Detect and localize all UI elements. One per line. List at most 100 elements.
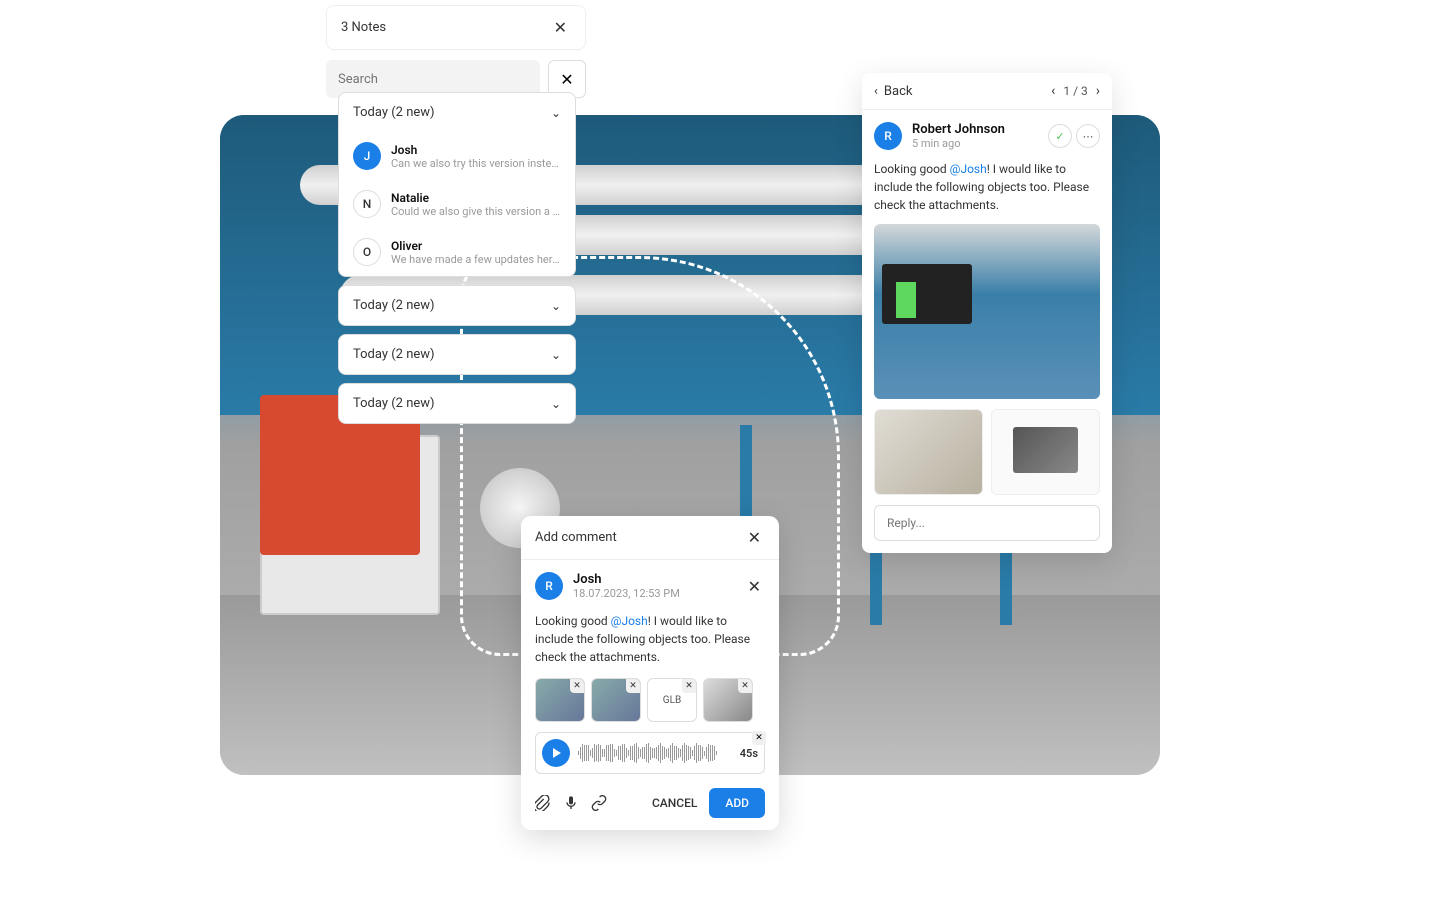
note-preview: Can we also try this version instead ... xyxy=(391,157,561,170)
note-author: Natalie xyxy=(391,191,561,205)
note-item[interactable]: N Natalie Could we also give this versio… xyxy=(339,180,575,228)
note-content: Natalie Could we also give this version … xyxy=(391,191,561,218)
chevron-down-icon: ⌄ xyxy=(551,348,561,362)
comment-title: Add comment xyxy=(535,530,617,545)
add-comment-panel: Add comment ✕ R Josh 18.07.2023, 12:53 P… xyxy=(521,516,779,830)
pagination: ‹ 1 / 3 › xyxy=(1051,83,1100,99)
notes-group: Today (2 new) ⌄ xyxy=(338,334,576,375)
page-indicator: 1 / 3 xyxy=(1063,84,1087,98)
attachment-thumbnail[interactable] xyxy=(874,409,983,495)
reply-input[interactable] xyxy=(874,505,1100,541)
attachment-image-large[interactable] xyxy=(874,224,1100,399)
author-timestamp: 5 min ago xyxy=(912,137,1038,150)
chevron-left-icon: ‹ xyxy=(874,84,878,99)
detail-text: Looking good @Josh! I would like to incl… xyxy=(874,160,1100,214)
comment-actions: CANCEL ADD xyxy=(535,788,765,818)
close-icon[interactable]: ✕ xyxy=(744,577,765,596)
author-name: Josh xyxy=(573,572,734,587)
audio-duration: 45s xyxy=(740,747,758,760)
notes-panel: 3 Notes ✕ ✕ xyxy=(326,5,586,98)
group-label: Today (2 new) xyxy=(353,396,435,411)
notes-group-header[interactable]: Today (2 new) ⌄ xyxy=(339,93,575,132)
note-author: Oliver xyxy=(391,239,561,253)
back-label: Back xyxy=(884,84,913,99)
notes-group: Today (2 new) ⌄ J Josh Can we also try t… xyxy=(338,92,576,277)
text-before: Looking good xyxy=(535,614,611,628)
note-content: Oliver We have made a few updates here .… xyxy=(391,239,561,266)
attachment-icon[interactable] xyxy=(535,795,551,811)
audio-attachment: 45s ✕ xyxy=(535,732,765,774)
attachment-glb[interactable]: GLB ✕ xyxy=(647,678,697,722)
group-label: Today (2 new) xyxy=(353,105,435,120)
remove-audio-icon[interactable]: ✕ xyxy=(752,731,766,745)
more-icon: ⋯ xyxy=(1083,130,1094,143)
avatar: N xyxy=(353,190,381,218)
notes-group: Today (2 new) ⌄ xyxy=(338,285,576,326)
check-icon: ✓ xyxy=(1055,130,1064,143)
note-item[interactable]: J Josh Can we also try this version inst… xyxy=(339,132,575,180)
notes-group-header[interactable]: Today (2 new) ⌄ xyxy=(339,286,575,325)
action-icons xyxy=(535,795,640,811)
notes-header: 3 Notes ✕ xyxy=(326,5,586,50)
author-row: R Josh 18.07.2023, 12:53 PM ✕ xyxy=(535,572,765,600)
remove-attachment-icon[interactable]: ✕ xyxy=(682,679,696,693)
status-actions: ✓ ⋯ xyxy=(1048,124,1100,148)
author-info: Josh 18.07.2023, 12:53 PM xyxy=(573,572,734,600)
attachment-thumbnail[interactable]: ✕ xyxy=(703,678,753,722)
notes-list: Today (2 new) ⌄ J Josh Can we also try t… xyxy=(338,92,576,432)
note-author: Josh xyxy=(391,143,561,157)
play-button[interactable] xyxy=(542,739,570,767)
more-button[interactable]: ⋯ xyxy=(1076,124,1100,148)
avatar: R xyxy=(535,572,563,600)
mention[interactable]: @Josh xyxy=(611,614,648,628)
author-info: Robert Johnson 5 min ago xyxy=(912,122,1038,150)
chevron-down-icon: ⌄ xyxy=(551,299,561,313)
attachment-thumbnail[interactable]: ✕ xyxy=(535,678,585,722)
audio-waveform[interactable] xyxy=(578,743,732,763)
resolve-button[interactable]: ✓ xyxy=(1048,124,1072,148)
page-prev-icon[interactable]: ‹ xyxy=(1051,83,1055,99)
cancel-button[interactable]: CANCEL xyxy=(652,796,697,810)
chevron-down-icon: ⌄ xyxy=(551,106,561,120)
close-icon[interactable]: ✕ xyxy=(550,18,571,37)
notes-group-header[interactable]: Today (2 new) ⌄ xyxy=(339,384,575,423)
notes-group-header[interactable]: Today (2 new) ⌄ xyxy=(339,335,575,374)
comment-text[interactable]: Looking good @Josh! I would like to incl… xyxy=(535,612,765,666)
text-before: Looking good xyxy=(874,162,950,176)
comment-header: Add comment ✕ xyxy=(521,516,779,560)
page-next-icon[interactable]: › xyxy=(1096,83,1100,99)
author-name: Robert Johnson xyxy=(912,122,1038,137)
link-icon[interactable] xyxy=(591,795,607,811)
remove-attachment-icon[interactable]: ✕ xyxy=(626,679,640,693)
note-preview: We have made a few updates here ... xyxy=(391,253,561,266)
add-button[interactable]: ADD xyxy=(709,788,765,818)
mention[interactable]: @Josh xyxy=(950,162,987,176)
note-content: Josh Can we also try this version instea… xyxy=(391,143,561,170)
notes-title: 3 Notes xyxy=(341,20,386,35)
remove-attachment-icon[interactable]: ✕ xyxy=(570,679,584,693)
comment-body: R Josh 18.07.2023, 12:53 PM ✕ Looking go… xyxy=(521,560,779,830)
group-label: Today (2 new) xyxy=(353,298,435,313)
attachment-thumbnail[interactable]: ✕ xyxy=(591,678,641,722)
back-button[interactable]: ‹ Back xyxy=(874,84,912,99)
glb-label: GLB xyxy=(663,695,681,706)
notes-group: Today (2 new) ⌄ xyxy=(338,383,576,424)
detail-header: ‹ Back ‹ 1 / 3 › xyxy=(862,73,1112,110)
author-timestamp: 18.07.2023, 12:53 PM xyxy=(573,587,734,600)
avatar: R xyxy=(874,122,902,150)
attachment-thumbnail[interactable] xyxy=(991,409,1100,495)
chevron-down-icon: ⌄ xyxy=(551,397,561,411)
note-preview: Could we also give this version a try ..… xyxy=(391,205,561,218)
close-icon[interactable]: ✕ xyxy=(744,528,765,547)
detail-body: R Robert Johnson 5 min ago ✓ ⋯ Looking g… xyxy=(862,110,1112,553)
microphone-icon[interactable] xyxy=(563,795,579,811)
play-icon xyxy=(553,748,561,758)
close-icon: ✕ xyxy=(560,70,573,89)
note-detail-panel: ‹ Back ‹ 1 / 3 › R Robert Johnson 5 min … xyxy=(862,73,1112,553)
remove-attachment-icon[interactable]: ✕ xyxy=(738,679,752,693)
group-label: Today (2 new) xyxy=(353,347,435,362)
avatar: J xyxy=(353,142,381,170)
attachment-row xyxy=(874,409,1100,495)
attachments-row: ✕ ✕ GLB ✕ ✕ xyxy=(535,678,765,722)
note-item[interactable]: O Oliver We have made a few updates here… xyxy=(339,228,575,276)
